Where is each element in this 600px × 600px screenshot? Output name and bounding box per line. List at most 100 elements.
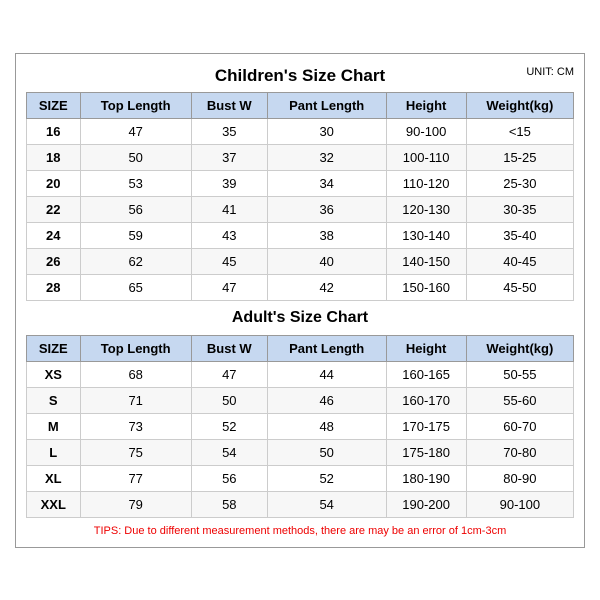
table-cell: 48 (267, 413, 386, 439)
table-cell: 56 (80, 196, 191, 222)
table-cell: 50 (80, 144, 191, 170)
size-chart-container: Children's Size Chart UNIT: CM SIZETop L… (15, 53, 585, 548)
table-row: 20533934110-12025-30 (27, 170, 574, 196)
adults-header-cell: Top Length (80, 335, 191, 361)
table-cell: 180-190 (386, 465, 466, 491)
adults-chart-title: Adult's Size Chart (26, 301, 574, 331)
table-row: 1647353090-100<15 (27, 118, 574, 144)
table-cell: 24 (27, 222, 81, 248)
tips-text: TIPS: Due to different measurement metho… (26, 525, 574, 537)
table-cell: 68 (80, 361, 191, 387)
children-header-cell: SIZE (27, 92, 81, 118)
table-cell: 30 (267, 118, 386, 144)
table-cell: 39 (191, 170, 267, 196)
table-cell: 52 (191, 413, 267, 439)
table-cell: 47 (191, 361, 267, 387)
table-cell: 58 (191, 491, 267, 517)
adults-header-cell: Weight(kg) (466, 335, 573, 361)
table-cell: 15-25 (466, 144, 573, 170)
table-cell: <15 (466, 118, 573, 144)
table-row: 26624540140-15040-45 (27, 248, 574, 274)
children-header-cell: Pant Length (267, 92, 386, 118)
table-cell: 65 (80, 274, 191, 300)
table-row: 22564136120-13030-35 (27, 196, 574, 222)
table-cell: S (27, 387, 81, 413)
table-cell: 150-160 (386, 274, 466, 300)
table-cell: 175-180 (386, 439, 466, 465)
table-cell: 50-55 (466, 361, 573, 387)
table-row: S715046160-17055-60 (27, 387, 574, 413)
table-cell: 22 (27, 196, 81, 222)
table-row: XXL795854190-20090-100 (27, 491, 574, 517)
adults-table-body: XS684744160-16550-55S715046160-17055-60M… (27, 361, 574, 517)
children-header-cell: Height (386, 92, 466, 118)
table-cell: 170-175 (386, 413, 466, 439)
unit-label: UNIT: CM (526, 66, 574, 78)
adults-header-cell: SIZE (27, 335, 81, 361)
table-cell: 35-40 (466, 222, 573, 248)
table-cell: 50 (267, 439, 386, 465)
table-cell: 53 (80, 170, 191, 196)
table-cell: 77 (80, 465, 191, 491)
adults-table-header: SIZETop LengthBust WPant LengthHeightWei… (27, 335, 574, 361)
table-cell: 80-90 (466, 465, 573, 491)
table-cell: M (27, 413, 81, 439)
table-cell: L (27, 439, 81, 465)
children-title-text: Children's Size Chart (215, 66, 385, 85)
table-cell: 50 (191, 387, 267, 413)
table-cell: 35 (191, 118, 267, 144)
table-cell: 130-140 (386, 222, 466, 248)
table-cell: 42 (267, 274, 386, 300)
table-cell: 73 (80, 413, 191, 439)
table-cell: XL (27, 465, 81, 491)
table-cell: 75 (80, 439, 191, 465)
table-cell: 34 (267, 170, 386, 196)
table-row: 28654742150-16045-50 (27, 274, 574, 300)
children-size-table: SIZETop LengthBust WPant LengthHeightWei… (26, 92, 574, 301)
table-cell: 90-100 (466, 491, 573, 517)
adults-header-cell: Bust W (191, 335, 267, 361)
table-cell: XXL (27, 491, 81, 517)
table-cell: 38 (267, 222, 386, 248)
table-row: XL775652180-19080-90 (27, 465, 574, 491)
table-cell: 59 (80, 222, 191, 248)
table-cell: 37 (191, 144, 267, 170)
table-cell: 160-165 (386, 361, 466, 387)
table-cell: 41 (191, 196, 267, 222)
table-cell: 190-200 (386, 491, 466, 517)
table-cell: 47 (191, 274, 267, 300)
children-table-body: 1647353090-100<1518503732100-11015-25205… (27, 118, 574, 300)
table-cell: 36 (267, 196, 386, 222)
adults-size-table: SIZETop LengthBust WPant LengthHeightWei… (26, 335, 574, 518)
table-cell: 71 (80, 387, 191, 413)
table-cell: 54 (267, 491, 386, 517)
table-cell: 25-30 (466, 170, 573, 196)
table-cell: 120-130 (386, 196, 466, 222)
table-cell: 43 (191, 222, 267, 248)
table-row: XS684744160-16550-55 (27, 361, 574, 387)
table-cell: 40 (267, 248, 386, 274)
table-row: M735248170-17560-70 (27, 413, 574, 439)
table-cell: 26 (27, 248, 81, 274)
table-cell: 160-170 (386, 387, 466, 413)
table-cell: 52 (267, 465, 386, 491)
table-cell: 46 (267, 387, 386, 413)
table-cell: 47 (80, 118, 191, 144)
table-cell: 30-35 (466, 196, 573, 222)
table-cell: 100-110 (386, 144, 466, 170)
table-cell: 110-120 (386, 170, 466, 196)
table-cell: 90-100 (386, 118, 466, 144)
children-header-cell: Bust W (191, 92, 267, 118)
table-cell: 55-60 (466, 387, 573, 413)
table-cell: 60-70 (466, 413, 573, 439)
table-cell: XS (27, 361, 81, 387)
children-table-header: SIZETop LengthBust WPant LengthHeightWei… (27, 92, 574, 118)
table-row: L755450175-18070-80 (27, 439, 574, 465)
table-cell: 79 (80, 491, 191, 517)
children-chart-title: Children's Size Chart UNIT: CM (26, 62, 574, 88)
table-cell: 45 (191, 248, 267, 274)
table-cell: 32 (267, 144, 386, 170)
table-cell: 140-150 (386, 248, 466, 274)
table-row: 24594338130-14035-40 (27, 222, 574, 248)
table-cell: 16 (27, 118, 81, 144)
